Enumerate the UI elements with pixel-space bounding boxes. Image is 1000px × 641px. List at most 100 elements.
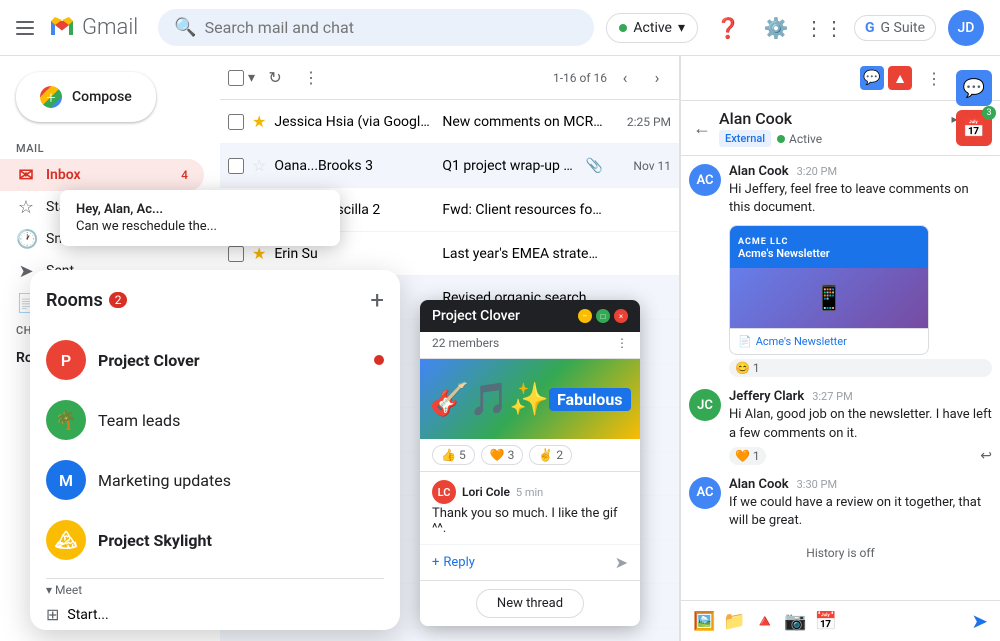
message-time: 3:30 PM — [797, 478, 837, 491]
reaction-emoji[interactable]: 🧡 1 — [729, 447, 766, 465]
room-unread-dot — [374, 355, 384, 365]
rooms-overlay-item-project-skylight[interactable]: 🏔 Project Skylight — [46, 510, 384, 570]
reply-send-icon[interactable]: ➤ — [615, 553, 628, 572]
help-icon[interactable]: ❓ — [710, 10, 746, 46]
message-sender: Jeffery Clark — [729, 389, 804, 404]
chat-popup-footer: New thread — [420, 580, 640, 626]
maximize-button[interactable]: □ — [596, 309, 610, 323]
email-row[interactable]: ★ Jessica Hsia (via Google... New commen… — [220, 100, 679, 144]
star-icon[interactable]: ★ — [252, 112, 266, 131]
notification-popup[interactable]: Hey, Alan, Ac... Can we reschedule the..… — [60, 190, 340, 246]
room-avatar-marketing: M — [46, 460, 86, 500]
chat-message: AC Alan Cook 3:30 PM If we could have a … — [689, 477, 992, 530]
google-g-icon: G — [865, 20, 875, 36]
chat-popup-reactions: 👍 5 🧡 3 ✌ 2 — [420, 439, 640, 472]
start-meeting-item[interactable]: ⊞ Start... — [46, 601, 384, 628]
notification-icon-1: 💬 — [963, 78, 985, 99]
emoji-icon[interactable]: 🔺 — [754, 611, 776, 632]
prev-page-button[interactable]: ‹ — [611, 64, 639, 92]
notification-stack: 💬 📅 3 — [956, 70, 992, 146]
refresh-button[interactable]: ↻ — [259, 62, 291, 94]
meet-label-overlay: ▾ Meet — [46, 583, 82, 597]
reaction-thumbsup[interactable]: 👍 5 — [432, 445, 475, 465]
compose-button[interactable]: + Compose — [16, 72, 156, 122]
room-avatar-skylight: 🏔 — [46, 520, 86, 560]
email-sender: Erin Su — [274, 246, 434, 262]
external-badge: External — [719, 130, 771, 147]
search-input[interactable] — [205, 18, 579, 37]
chat-popup-title: Project Clover — [432, 308, 570, 324]
sidebar-item-inbox[interactable]: ✉ Inbox 4 — [0, 159, 204, 191]
chat-back-button[interactable]: ← — [693, 118, 711, 139]
gsuite-label: G Suite — [881, 20, 925, 36]
image-icon[interactable]: 🖼️ — [693, 611, 715, 632]
newsletter-footer[interactable]: 📄 Acme's Newsletter — [730, 328, 928, 354]
hamburger-menu[interactable] — [16, 21, 34, 35]
calendar-icon[interactable]: 📅 — [815, 611, 837, 632]
plus-icon: + — [432, 555, 439, 570]
chat-active-status: Active — [777, 132, 822, 146]
inbox-badge: 4 — [181, 168, 188, 182]
active-status-btn[interactable]: Active ▾ — [606, 13, 698, 43]
chat-messages: AC Alan Cook 3:20 PM Hi Jeffery, feel fr… — [681, 156, 1000, 600]
rooms-overlay[interactable]: Rooms 2 + P Project Clover 🌴 Team leads … — [30, 270, 400, 630]
reply-icon[interactable]: ↩ — [980, 448, 992, 464]
inbox-label: Inbox — [46, 167, 81, 183]
drive-icon[interactable]: 📁 — [723, 611, 745, 632]
next-page-button[interactable]: › — [643, 64, 671, 92]
newsletter-image: 📱 — [730, 268, 928, 328]
email-checkbox[interactable] — [228, 114, 244, 130]
message-header: Jeffery Clark 3:27 PM — [729, 389, 992, 404]
reply-button[interactable]: + Reply — [432, 555, 475, 570]
rooms-overlay-item-marketing[interactable]: M Marketing updates — [46, 450, 384, 510]
more-options-button[interactable]: ⋮ — [295, 62, 327, 94]
mail-section-label: Mail — [0, 138, 220, 159]
star-icon[interactable]: ★ — [252, 244, 266, 263]
popup-message-time: 5 min — [516, 486, 543, 499]
newsletter-link[interactable]: Acme's Newsletter — [756, 335, 847, 348]
newsletter-header: ACME LLC Acme's Newsletter — [730, 226, 928, 268]
notification-card-1[interactable]: 💬 — [956, 70, 992, 106]
reaction-count: 2 — [556, 448, 563, 462]
email-checkbox[interactable] — [228, 158, 244, 174]
user-avatar[interactable]: JD — [948, 10, 984, 46]
search-bar[interactable]: 🔍 — [158, 9, 594, 46]
acme-label: ACME LLC — [738, 237, 788, 247]
chat-popup-project-clover[interactable]: Project Clover – □ × 22 members ⋮ 🎸🎵✨ Fa… — [420, 300, 640, 626]
gsuite-button[interactable]: G G Suite — [854, 15, 936, 41]
notification-card-2[interactable]: 📅 3 — [956, 110, 992, 146]
close-button[interactable]: × — [614, 309, 628, 323]
room-name-project-clover: Project Clover — [98, 351, 200, 370]
email-preview: – Here's a list of all the top challenge… — [563, 158, 577, 174]
new-thread-button[interactable]: New thread — [476, 589, 584, 618]
more-icon[interactable]: ⋮ — [616, 336, 628, 350]
rooms-overlay-item-team-leads[interactable]: 🌴 Team leads — [46, 390, 384, 450]
message-text: If we could have a review on it together… — [729, 494, 992, 530]
select-dropdown-arrow[interactable]: ▾ — [248, 70, 255, 86]
reaction-peace[interactable]: ✌ 2 — [529, 445, 572, 465]
gmail-text: Gmail — [82, 15, 138, 40]
panel-options-icon[interactable]: ⋮ — [916, 60, 952, 96]
email-row[interactable]: ☆ Oana...Brooks 3 Q1 project wrap-up – H… — [220, 144, 679, 188]
my-meetings-item[interactable]: ⊡ My meetings — [46, 628, 384, 630]
active-label: Active — [633, 20, 672, 36]
email-subject: New comments on MCR2020 draft presentati… — [442, 114, 603, 130]
send-icon[interactable]: ➤ — [971, 609, 988, 633]
message-header: Alan Cook 3:20 PM — [729, 164, 992, 179]
rooms-overlay-item-project-clover[interactable]: P Project Clover — [46, 330, 384, 390]
select-all-checkbox[interactable] — [228, 70, 244, 86]
email-checkbox[interactable] — [228, 246, 244, 262]
reaction-emoji[interactable]: 😊 1 — [729, 359, 992, 377]
star-icon[interactable]: ☆ — [252, 156, 266, 175]
apps-icon[interactable]: ⋮⋮ — [806, 10, 842, 46]
minimize-button[interactable]: – — [578, 309, 592, 323]
chat-popup-members: 22 members ⋮ — [420, 332, 640, 359]
reaction-heart[interactable]: 🧡 3 — [481, 445, 524, 465]
chat-message: JC Jeffery Clark 3:27 PM Hi Alan, good j… — [689, 389, 992, 464]
settings-icon[interactable]: ⚙️ — [758, 10, 794, 46]
camera-icon[interactable]: 📷 — [784, 611, 806, 632]
rooms-add-icon[interactable]: + — [370, 286, 384, 314]
room-name-skylight: Project Skylight — [98, 531, 212, 550]
fabulous-text: Fabulous — [549, 388, 630, 411]
chat-popup-message: LC Lori Cole 5 min Thank you so much. I … — [420, 472, 640, 545]
